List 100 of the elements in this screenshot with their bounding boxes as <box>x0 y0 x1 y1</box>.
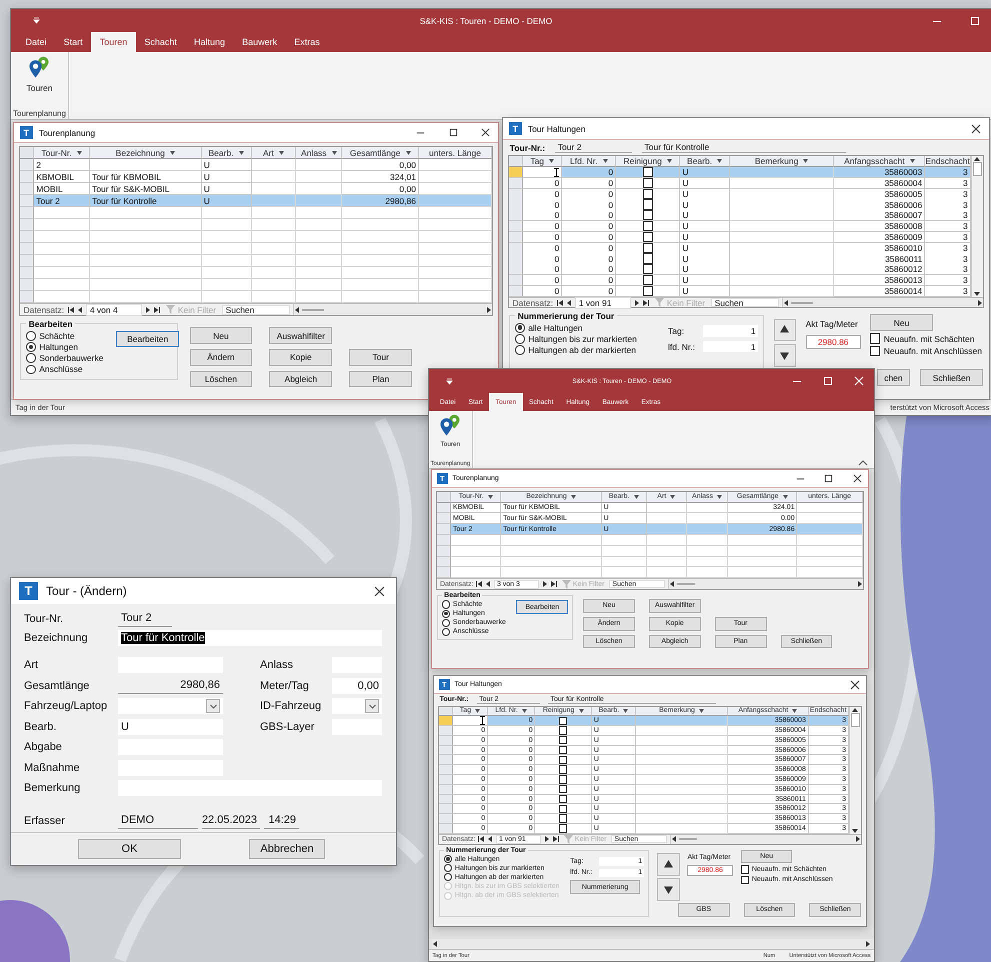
column-header[interactable]: Anlass <box>296 147 342 160</box>
radio-option[interactable]: Haltungen ab der markierten <box>515 345 660 356</box>
radio-option[interactable]: Haltungen <box>26 342 104 352</box>
action-button[interactable]: Abgleich <box>269 370 332 388</box>
radio-button[interactable] <box>444 873 452 882</box>
column-header[interactable]: Tag <box>523 156 562 168</box>
row-selector[interactable] <box>20 279 34 292</box>
column-header[interactable]: unters. Länge <box>419 147 492 160</box>
select-all-corner[interactable] <box>20 147 34 160</box>
checkbox[interactable] <box>559 756 568 764</box>
row-selector[interactable] <box>509 210 524 222</box>
radio-button[interactable] <box>515 322 525 333</box>
scroll-thumb[interactable] <box>676 583 695 586</box>
checkbox[interactable] <box>559 824 568 833</box>
checkbox[interactable] <box>642 264 653 274</box>
row-selector[interactable] <box>437 556 452 568</box>
checkbox[interactable] <box>559 804 568 814</box>
radio-button[interactable] <box>26 342 36 352</box>
row-selector[interactable] <box>437 524 452 535</box>
action-button[interactable]: Plan <box>349 370 412 388</box>
row-selector[interactable] <box>439 716 454 726</box>
row-selector[interactable] <box>437 534 452 546</box>
move-down-button[interactable] <box>774 344 796 367</box>
collapse-ribbon-icon[interactable] <box>858 460 868 466</box>
row-selector[interactable] <box>437 502 452 514</box>
ribbon-tab[interactable]: Start <box>55 32 92 52</box>
table-row[interactable]: 0 0 U 35860012 3 <box>509 264 971 276</box>
checkbox[interactable] <box>642 242 653 253</box>
radio-button[interactable] <box>444 855 452 864</box>
table-row[interactable]: 0 0 U 35860014 3 <box>509 286 971 297</box>
checkbox[interactable] <box>559 765 568 774</box>
row-selector[interactable] <box>437 546 452 557</box>
horizontal-scrollbar[interactable] <box>432 939 871 949</box>
action-button[interactable]: Tour <box>349 349 412 366</box>
radio-option[interactable]: alle Haltungen <box>515 322 660 333</box>
column-header[interactable]: Bemerkung <box>730 156 834 168</box>
table-row[interactable]: 0 0 U 35860009 3 <box>509 232 971 243</box>
ribbon-tab[interactable]: Schacht <box>136 32 186 52</box>
ribbon-tab[interactable]: Datei <box>17 32 56 52</box>
checkbox[interactable] <box>642 178 653 188</box>
ribbon-tab[interactable]: Haltung <box>185 32 234 52</box>
row-selector[interactable] <box>20 231 34 244</box>
checkbox[interactable] <box>559 814 568 823</box>
input-field[interactable]: 0,00 <box>332 678 382 694</box>
row-selector[interactable] <box>509 275 524 286</box>
radio-button[interactable] <box>26 364 36 374</box>
dropdown-field[interactable] <box>118 698 223 714</box>
table-row[interactable]: 0 U 35860003 3 <box>509 167 971 178</box>
maximize-icon[interactable] <box>824 474 834 483</box>
column-header[interactable]: Art <box>252 147 296 160</box>
table-row[interactable]: MOBIL Tour für S&K-MOBIL U 0,00 <box>20 183 492 196</box>
checkbox[interactable] <box>642 275 653 286</box>
close-icon[interactable] <box>971 124 982 134</box>
checkbox[interactable] <box>740 865 750 874</box>
radio-button[interactable] <box>442 610 450 618</box>
radio-button[interactable] <box>26 353 36 364</box>
sequence-field[interactable]: 1 <box>702 340 758 352</box>
row-selector[interactable] <box>20 219 34 232</box>
edit-button[interactable]: Bearbeiten <box>116 330 180 348</box>
table-row[interactable]: KBMOBIL Tour für KBMOBIL U 324,01 <box>20 171 492 184</box>
radio-button[interactable] <box>515 334 525 344</box>
row-selector[interactable] <box>437 513 452 524</box>
search-field[interactable]: Suchen <box>222 304 290 315</box>
move-up-button[interactable] <box>657 853 680 876</box>
row-selector[interactable] <box>439 746 454 756</box>
checkbox[interactable] <box>642 221 653 232</box>
ribbon-tab[interactable]: Bauwerk <box>234 32 286 52</box>
input-field[interactable]: Tour für Kontrolle <box>118 630 382 646</box>
row-selector[interactable] <box>439 794 454 804</box>
table-row[interactable]: 0 0 U 35860010 3 <box>509 242 971 254</box>
action-button[interactable]: chen <box>876 369 910 386</box>
checkbox[interactable] <box>642 167 653 178</box>
scroll-thumb[interactable] <box>678 838 697 840</box>
table-row[interactable]: 0 0 U 35860005 3 <box>509 188 971 200</box>
column-header[interactable]: Bearb. <box>202 147 252 160</box>
row-selector[interactable] <box>20 195 34 208</box>
row-selector[interactable] <box>509 232 524 244</box>
checkbox[interactable] <box>559 775 568 784</box>
checkbox[interactable] <box>559 726 568 735</box>
checkbox-option[interactable]: Neuaufn. mit Anschlüssen <box>870 346 984 356</box>
radio-button[interactable] <box>444 864 452 872</box>
ribbon-tab[interactable]: Extras <box>286 32 328 52</box>
action-button[interactable]: Schließen <box>920 369 984 386</box>
column-header[interactable]: Bearb. <box>680 156 730 168</box>
row-selector[interactable] <box>20 243 34 256</box>
row-selector[interactable] <box>439 784 454 795</box>
row-selector[interactable] <box>509 264 524 276</box>
maximize-icon[interactable] <box>448 128 458 137</box>
row-selector[interactable] <box>437 567 452 578</box>
radio-button[interactable] <box>442 618 450 627</box>
table-row[interactable]: 0 0 U 35860004 3 <box>509 178 971 189</box>
dropdown-field[interactable] <box>332 698 382 714</box>
checkbox[interactable] <box>559 785 568 794</box>
checkbox[interactable] <box>559 736 568 744</box>
row-selector[interactable] <box>509 286 524 297</box>
checkbox[interactable] <box>870 346 880 356</box>
select-all-corner[interactable] <box>439 706 454 716</box>
radio-button[interactable] <box>515 345 525 356</box>
table-row[interactable]: 0 0 U 35860007 3 <box>509 210 971 222</box>
scroll-thumb[interactable] <box>302 308 324 311</box>
